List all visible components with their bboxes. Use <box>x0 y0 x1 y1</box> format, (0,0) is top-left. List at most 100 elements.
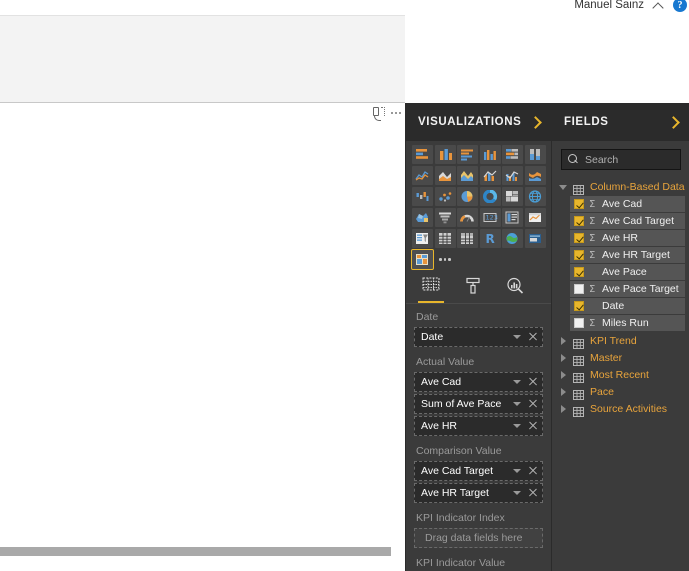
field-row[interactable]: Σ Date <box>570 298 685 314</box>
chevron-up-icon[interactable] <box>652 0 665 12</box>
remove-field-icon[interactable] <box>528 421 538 431</box>
line-and-clustered-column-chart-icon[interactable] <box>502 166 523 185</box>
clustered-bar-chart-icon[interactable] <box>457 145 478 164</box>
well-item[interactable]: Sum of Ave Pace <box>414 394 543 414</box>
stacked-area-chart-icon[interactable] <box>457 166 478 185</box>
line-and-stacked-column-chart-icon[interactable] <box>479 166 501 185</box>
line-chart-icon[interactable] <box>412 166 433 185</box>
waterfall-chart-icon[interactable] <box>412 187 433 206</box>
hundred-percent-stacked-column-chart-icon[interactable] <box>524 145 546 164</box>
fields-table-label: KPI Trend <box>590 334 637 347</box>
focus-mode-icon[interactable] <box>372 106 386 121</box>
key-influencers-icon[interactable] <box>524 229 546 248</box>
bottom-strip <box>0 556 405 571</box>
custom-visual-icon[interactable] <box>411 249 434 270</box>
search-box[interactable]: Search <box>561 149 681 170</box>
field-checkbox[interactable] <box>574 301 584 311</box>
fields-tab[interactable] <box>418 277 444 303</box>
fields-table-source-activities[interactable]: Source Activities <box>552 400 689 417</box>
ribbon-chart-icon[interactable] <box>524 166 546 185</box>
fields-table-column-based-data[interactable]: Column-Based Data <box>552 178 689 195</box>
triangle-expanded-icon[interactable] <box>559 183 567 191</box>
field-checkbox[interactable] <box>574 233 584 243</box>
canvas-page-surface[interactable] <box>0 121 405 526</box>
pie-chart-icon[interactable] <box>457 187 478 206</box>
help-icon[interactable]: ? <box>673 0 687 12</box>
remove-field-icon[interactable] <box>528 399 538 409</box>
remove-field-icon[interactable] <box>528 332 538 342</box>
field-checkbox[interactable] <box>574 250 584 260</box>
funnel-chart-icon[interactable] <box>434 208 456 227</box>
donut-chart-icon[interactable] <box>479 187 501 206</box>
field-checkbox[interactable] <box>574 318 584 328</box>
well-item[interactable]: Date <box>414 327 543 347</box>
chevron-down-icon[interactable] <box>513 489 522 498</box>
triangle-collapsed-icon[interactable] <box>559 336 567 345</box>
more-visuals-icon[interactable] <box>435 250 456 269</box>
canvas-hscroll-thumb[interactable] <box>0 547 391 556</box>
matrix-icon[interactable] <box>457 229 478 248</box>
fields-table-kpi-trend[interactable]: KPI Trend <box>552 332 689 349</box>
analytics-tab[interactable] <box>504 277 526 303</box>
chevron-right-icon[interactable] <box>529 115 541 129</box>
stacked-bar-chart-icon[interactable] <box>412 145 433 164</box>
field-row[interactable]: Σ Ave HR Target <box>570 247 685 263</box>
ribbon-blank-strip-right <box>405 15 689 103</box>
clustered-column-chart-icon[interactable] <box>479 145 501 164</box>
r-script-visual-icon[interactable]: R <box>479 229 501 248</box>
well-item[interactable]: Ave Cad Target <box>414 461 543 481</box>
card-icon[interactable]: 123 <box>479 208 501 227</box>
chevron-down-icon[interactable] <box>513 422 522 431</box>
field-row[interactable]: Σ Ave Cad <box>570 196 685 212</box>
fields-table-label: Source Activities <box>590 402 668 415</box>
field-row[interactable]: Σ Ave Pace <box>570 264 685 280</box>
fields-grid-icon <box>422 277 440 291</box>
well-group-date: Date Date <box>414 304 543 347</box>
field-row[interactable]: Σ Miles Run <box>570 315 685 331</box>
remove-field-icon[interactable] <box>528 488 538 498</box>
report-canvas[interactable] <box>0 103 405 544</box>
field-checkbox[interactable] <box>574 267 584 277</box>
well-item[interactable]: Ave HR Target <box>414 483 543 503</box>
arcgis-map-icon[interactable] <box>502 229 523 248</box>
filled-map-icon[interactable] <box>412 208 433 227</box>
stacked-column-chart-icon[interactable] <box>434 145 456 164</box>
fields-table-pace[interactable]: Pace <box>552 383 689 400</box>
remove-field-icon[interactable] <box>528 377 538 387</box>
well-item-empty[interactable]: Drag data fields here <box>414 528 543 548</box>
multi-row-card-icon[interactable] <box>502 208 523 227</box>
triangle-collapsed-icon[interactable] <box>559 353 567 362</box>
chevron-right-icon[interactable] <box>667 115 679 129</box>
remove-field-icon[interactable] <box>528 466 538 476</box>
field-row[interactable]: Σ Ave Pace Target <box>570 281 685 297</box>
format-tab[interactable] <box>462 277 484 303</box>
well-item[interactable]: Ave Cad <box>414 372 543 392</box>
field-row[interactable]: Σ Ave Cad Target <box>570 213 685 229</box>
triangle-collapsed-icon[interactable] <box>559 404 567 413</box>
treemap-icon[interactable] <box>502 187 523 206</box>
chevron-down-icon[interactable] <box>513 400 522 409</box>
svg-text:123: 123 <box>485 214 497 222</box>
more-options-icon[interactable] <box>391 112 401 114</box>
field-checkbox[interactable] <box>574 216 584 226</box>
map-icon[interactable] <box>524 187 546 206</box>
fields-table-most-recent[interactable]: Most Recent <box>552 366 689 383</box>
fields-table-master[interactable]: Master <box>552 349 689 366</box>
field-checkbox[interactable] <box>574 284 584 294</box>
gauge-icon[interactable] <box>457 208 478 227</box>
triangle-collapsed-icon[interactable] <box>559 387 567 396</box>
slicer-icon[interactable] <box>412 229 433 248</box>
kpi-icon[interactable] <box>524 208 546 227</box>
field-row[interactable]: Σ Ave HR <box>570 230 685 246</box>
table-icon[interactable] <box>434 229 456 248</box>
chevron-down-icon[interactable] <box>513 467 522 476</box>
triangle-collapsed-icon[interactable] <box>559 370 567 379</box>
scatter-chart-icon[interactable] <box>434 187 456 206</box>
field-label: Ave Pace Target <box>602 283 679 295</box>
field-checkbox[interactable] <box>574 199 584 209</box>
chevron-down-icon[interactable] <box>513 378 522 387</box>
well-item[interactable]: Ave HR <box>414 416 543 436</box>
hundred-percent-stacked-bar-chart-icon[interactable] <box>502 145 523 164</box>
area-chart-icon[interactable] <box>434 166 456 185</box>
chevron-down-icon[interactable] <box>513 333 522 342</box>
